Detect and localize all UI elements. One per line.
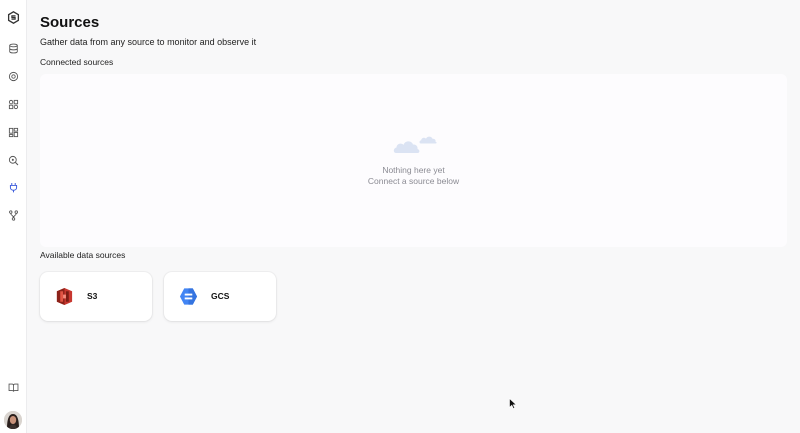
logo-icon[interactable]	[6, 10, 21, 25]
google-cloud-storage-icon	[179, 288, 198, 305]
avatar[interactable]	[4, 411, 22, 429]
connected-sources-empty-state: Nothing here yet Connect a source below	[40, 74, 787, 247]
plug-icon[interactable]	[6, 180, 21, 195]
source-name: GCS	[211, 291, 230, 301]
search-zoom-icon[interactable]	[6, 153, 21, 168]
page-title: Sources	[40, 14, 100, 31]
source-name: S3	[87, 291, 98, 301]
dashboard-icon[interactable]	[6, 125, 21, 140]
connected-sources-heading: Connected sources	[40, 57, 114, 67]
target-icon[interactable]	[6, 69, 21, 84]
database-icon[interactable]	[6, 41, 21, 56]
source-card-s3[interactable]: S3	[40, 272, 152, 321]
empty-state-subtitle: Connect a source below	[367, 176, 460, 186]
shapes-icon[interactable]	[6, 97, 21, 112]
source-card-gcs[interactable]: GCS	[164, 272, 276, 321]
empty-state-title: Nothing here yet	[382, 165, 445, 175]
mouse-cursor-icon	[509, 398, 517, 409]
page-subtitle: Gather data from any source to monitor a…	[40, 37, 257, 47]
book-icon[interactable]	[6, 380, 21, 395]
aws-s3-icon	[56, 287, 73, 306]
available-sources-heading: Available data sources	[40, 250, 126, 260]
main-content: Sources Gather data from any source to m…	[40, 0, 787, 433]
sidebar	[0, 0, 27, 433]
cloud-icon	[393, 136, 437, 153]
branch-icon[interactable]	[6, 208, 21, 223]
